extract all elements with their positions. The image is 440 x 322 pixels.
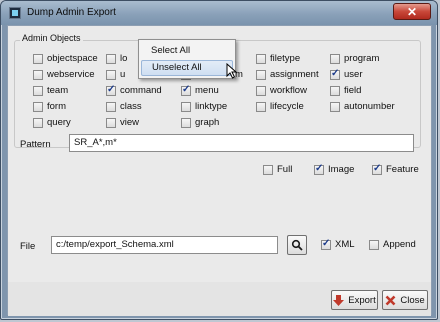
checkbox-xml[interactable]: XML bbox=[321, 238, 355, 250]
mouse-cursor-icon bbox=[226, 63, 238, 79]
checkbox-box[interactable] bbox=[106, 84, 116, 96]
admin-objects-label: Admin Objects bbox=[20, 33, 83, 43]
checkbox-box[interactable] bbox=[321, 238, 331, 250]
checkbox-box[interactable] bbox=[330, 68, 340, 80]
search-icon bbox=[291, 239, 303, 251]
checkbox-graph[interactable]: graph bbox=[181, 117, 219, 128]
checkbox-query[interactable]: query bbox=[33, 117, 71, 128]
checkbox-user[interactable]: user bbox=[330, 68, 362, 80]
checkbox-box[interactable] bbox=[263, 164, 273, 175]
checkbox-box[interactable] bbox=[106, 117, 116, 128]
checkbox-objectspace[interactable]: objectspace bbox=[33, 53, 98, 64]
checkbox-lo[interactable]: lo bbox=[106, 53, 127, 64]
checkbox-lifecycle[interactable]: lifecycle bbox=[256, 101, 304, 112]
checkbox-box[interactable] bbox=[256, 69, 266, 80]
checkbox-box[interactable] bbox=[369, 239, 379, 250]
checkbox-box[interactable] bbox=[314, 163, 324, 175]
pattern-input[interactable]: SR_A*,m* bbox=[69, 134, 414, 152]
export-icon bbox=[333, 294, 345, 306]
checkbox-box[interactable] bbox=[106, 69, 116, 80]
context-menu: Select All Unselect All bbox=[138, 39, 236, 79]
file-label: File bbox=[20, 241, 36, 252]
window-title: Dump Admin Export bbox=[27, 7, 116, 18]
browse-button[interactable] bbox=[287, 235, 307, 255]
checkbox-menu[interactable]: menu bbox=[181, 84, 219, 96]
checkbox-class[interactable]: class bbox=[106, 101, 142, 112]
dialog-window: Dump Admin Export ✕ Admin Objects object… bbox=[0, 0, 438, 320]
checkbox-box[interactable] bbox=[330, 85, 340, 96]
checkbox-linktype[interactable]: linktype bbox=[181, 101, 227, 112]
window-close-button[interactable]: ✕ bbox=[393, 3, 431, 20]
checkbox-feature[interactable]: Feature bbox=[372, 163, 419, 175]
checkbox-box[interactable] bbox=[33, 69, 43, 80]
checkbox-box[interactable] bbox=[33, 85, 43, 96]
checkbox-box[interactable] bbox=[33, 101, 43, 112]
app-icon bbox=[9, 7, 21, 19]
checkbox-box[interactable] bbox=[256, 85, 266, 96]
close-icon bbox=[385, 295, 396, 305]
menu-item-unselect-all[interactable]: Unselect All bbox=[141, 60, 233, 76]
checkbox-box[interactable] bbox=[330, 101, 340, 112]
checkbox-box[interactable] bbox=[33, 117, 43, 128]
checkbox-box[interactable] bbox=[106, 53, 116, 64]
close-button[interactable]: Close bbox=[382, 290, 428, 310]
checkbox-workflow[interactable]: workflow bbox=[256, 85, 307, 96]
checkbox-box[interactable] bbox=[256, 53, 266, 64]
file-path-input[interactable]: c:/temp/export_Schema.xml bbox=[51, 236, 278, 254]
checkbox-command[interactable]: command bbox=[106, 84, 162, 96]
checkbox-box[interactable] bbox=[181, 84, 191, 96]
checkbox-box[interactable] bbox=[181, 101, 191, 112]
checkbox-webservice[interactable]: webservice bbox=[33, 69, 95, 80]
checkbox-box[interactable] bbox=[181, 117, 191, 128]
checkbox-box[interactable] bbox=[33, 53, 43, 64]
checkbox-form[interactable]: form bbox=[33, 101, 66, 112]
checkbox-autonumber[interactable]: autonumber bbox=[330, 101, 395, 112]
title-bar[interactable]: Dump Admin Export ✕ bbox=[1, 1, 437, 25]
checkbox-box[interactable] bbox=[256, 101, 266, 112]
checkbox-box[interactable] bbox=[330, 53, 340, 64]
checkbox-team[interactable]: team bbox=[33, 85, 68, 96]
checkbox-filetype[interactable]: filetype bbox=[256, 53, 300, 64]
export-button[interactable]: Export bbox=[331, 290, 378, 310]
menu-item-select-all[interactable]: Select All bbox=[141, 43, 233, 59]
checkbox-append[interactable]: Append bbox=[369, 239, 416, 250]
pattern-label: Pattern bbox=[20, 139, 51, 150]
checkbox-program[interactable]: program bbox=[330, 53, 379, 64]
checkbox-image[interactable]: Image bbox=[314, 163, 354, 175]
checkbox-u[interactable]: u bbox=[106, 69, 125, 80]
checkbox-box[interactable] bbox=[106, 101, 116, 112]
checkbox-full[interactable]: Full bbox=[263, 164, 292, 175]
checkbox-field[interactable]: field bbox=[330, 85, 361, 96]
checkbox-assignment[interactable]: assignment bbox=[256, 69, 319, 80]
checkbox-view[interactable]: view bbox=[106, 117, 139, 128]
checkbox-box[interactable] bbox=[372, 163, 382, 175]
